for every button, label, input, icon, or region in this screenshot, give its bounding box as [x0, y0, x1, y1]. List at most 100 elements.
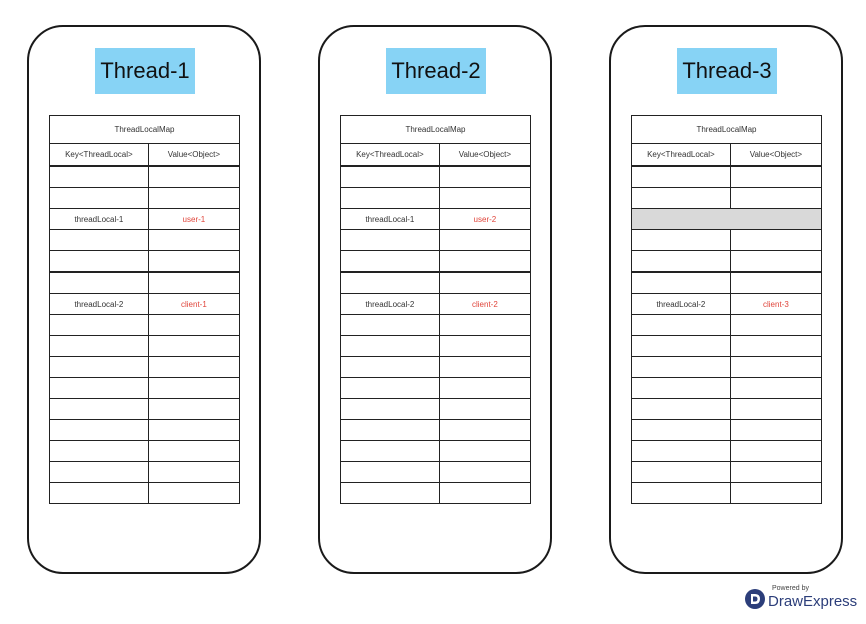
- entry-key: [49, 187, 149, 209]
- map-entry-row: [49, 461, 241, 483]
- entry-key: [340, 229, 440, 251]
- entry-value: [147, 271, 241, 294]
- entry-key: [631, 398, 731, 420]
- map-entry-row: [49, 419, 241, 441]
- key-column-header: Key<ThreadLocal>: [49, 143, 149, 167]
- map-entry-row: [631, 461, 823, 483]
- map-entry-row: [631, 165, 823, 188]
- map-entry-row: threadLocal-2 client-1: [49, 293, 241, 315]
- map-title: ThreadLocalMap: [340, 115, 531, 144]
- entry-key: [340, 314, 440, 336]
- key-column-header: Key<ThreadLocal>: [631, 143, 731, 167]
- map-entry-row: [631, 187, 823, 209]
- entry-key: [631, 187, 731, 209]
- entry-value: [729, 356, 823, 378]
- brand-name: DrawExpress: [768, 593, 858, 610]
- map-entry-row: [340, 440, 532, 462]
- map-entry-row: [631, 229, 823, 251]
- entry-key: [631, 356, 731, 378]
- entry-value: [729, 250, 823, 273]
- value-column-header: Value<Object>: [438, 143, 532, 167]
- entry-key: [340, 271, 440, 294]
- entry-key: threadLocal-1: [340, 208, 440, 230]
- entry-value: [438, 314, 532, 336]
- entry-value: [729, 398, 823, 420]
- map-entry-row: [49, 271, 241, 294]
- value-column-header: Value<Object>: [729, 143, 823, 167]
- entry-value: [147, 335, 241, 357]
- entry-value: [147, 461, 241, 483]
- map-entry-row: [631, 419, 823, 441]
- map-entry-row: [49, 398, 241, 420]
- map-entry-row: [340, 229, 532, 251]
- map-entry-row: [631, 377, 823, 399]
- entry-key: [49, 271, 149, 294]
- map-entry-row: [631, 335, 823, 357]
- map-entry-row: [340, 335, 532, 357]
- map-entry-row: [340, 250, 532, 273]
- map-entry-row: [49, 377, 241, 399]
- entry-key: [340, 398, 440, 420]
- entry-key: [631, 250, 731, 273]
- map-entry-row: [49, 187, 241, 209]
- entry-value: [438, 419, 532, 441]
- entry-key: [631, 419, 731, 441]
- entry-key: [49, 398, 149, 420]
- key-column-header: Key<ThreadLocal>: [340, 143, 440, 167]
- map-entry-row: [340, 165, 532, 188]
- threadlocalmap-table: ThreadLocalMap Key<ThreadLocal> Value<Obje…: [340, 115, 532, 504]
- map-entry-row: [340, 356, 532, 378]
- map-entry-row: [49, 229, 241, 251]
- entry-value: [147, 356, 241, 378]
- thread-title: Thread-2: [386, 48, 486, 94]
- map-entry-row: threadLocal-2 client-2: [340, 293, 532, 315]
- entry-value: [147, 377, 241, 399]
- drawexpress-logo-icon: [745, 589, 765, 609]
- thread-card-3: Thread-3 ThreadLocalMap Key<ThreadLocal> Va…: [609, 25, 843, 574]
- entry-key: [49, 461, 149, 483]
- map-entry-row: threadLocal-1 user-1: [49, 208, 241, 230]
- map-entry-row: [340, 377, 532, 399]
- entry-value: [147, 250, 241, 273]
- entry-key: threadLocal-2: [340, 293, 440, 315]
- map-entry-row: [49, 335, 241, 357]
- entry-value: [438, 356, 532, 378]
- map-entry-row: [631, 356, 823, 378]
- map-entry-row: [49, 440, 241, 462]
- entry-value: [147, 419, 241, 441]
- thread-title: Thread-3: [677, 48, 777, 94]
- entry-key: [49, 229, 149, 251]
- entry-value: [729, 335, 823, 357]
- map-entry-row: [340, 461, 532, 483]
- entry-key: [631, 440, 731, 462]
- entry-value: [438, 335, 532, 357]
- entry-key: [49, 335, 149, 357]
- entry-key: [340, 482, 440, 504]
- entry-key: [49, 482, 149, 504]
- map-entry-row: [631, 314, 823, 336]
- entry-key: [340, 187, 440, 209]
- thread-card-2: Thread-2 ThreadLocalMap Key<ThreadLocal> Va…: [318, 25, 552, 574]
- entry-value: [438, 440, 532, 462]
- entry-key: [631, 335, 731, 357]
- entry-key: [340, 440, 440, 462]
- map-entry-row: [340, 398, 532, 420]
- entry-value: [729, 165, 823, 188]
- value-column-header: Value<Object>: [147, 143, 241, 167]
- entry-key: [631, 229, 731, 251]
- entry-key: [49, 314, 149, 336]
- entry-value: client-2: [438, 293, 532, 315]
- map-title: ThreadLocalMap: [631, 115, 822, 144]
- entry-key: [49, 377, 149, 399]
- thread-title: Thread-1: [95, 48, 195, 94]
- entry-value: [729, 482, 823, 504]
- threadlocalmap-table: ThreadLocalMap Key<ThreadLocal> Value<Obje…: [631, 115, 823, 504]
- powered-by-label: Powered by: [772, 585, 809, 592]
- entry-value: [147, 187, 241, 209]
- map-entry-row: threadLocal-2 client-3: [631, 293, 823, 315]
- entry-value: [729, 187, 823, 209]
- entry-value: [729, 461, 823, 483]
- entry-value: [438, 482, 532, 504]
- entry-key: [49, 356, 149, 378]
- entry-value: user-2: [438, 208, 532, 230]
